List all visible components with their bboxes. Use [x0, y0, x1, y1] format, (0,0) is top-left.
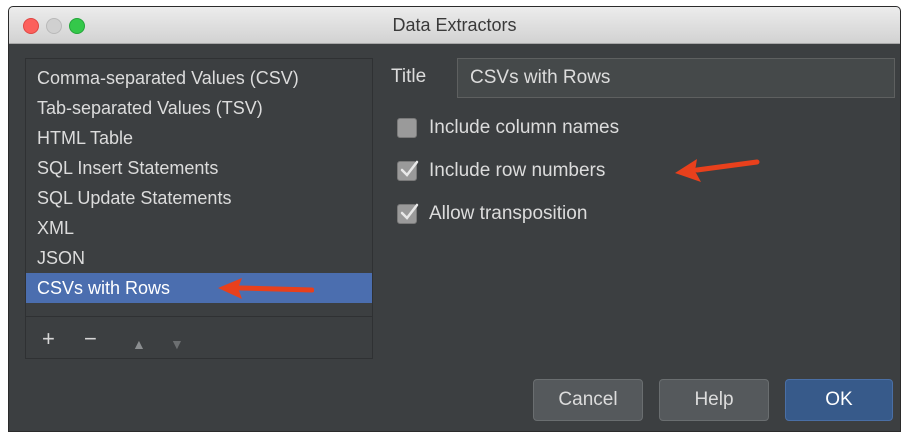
move-down-icon[interactable]: ▼: [170, 332, 184, 356]
list-item[interactable]: JSON: [26, 243, 372, 273]
include-row-numbers-checkbox[interactable]: [397, 160, 419, 181]
extractor-list-panel: Comma-separated Values (CSV) Tab-separat…: [25, 58, 373, 359]
list-item[interactable]: XML: [26, 213, 372, 243]
checkmark-icon: [400, 203, 419, 220]
list-item[interactable]: Tab-separated Values (TSV): [26, 93, 372, 123]
title-field[interactable]: CSVs with Rows: [457, 58, 895, 98]
window-title: Data Extractors: [392, 15, 517, 35]
annotation-arrow-icon: [218, 278, 314, 299]
list-item[interactable]: SQL Update Statements: [26, 183, 372, 213]
toolbar-divider: [26, 316, 372, 317]
include-column-names-label: Include column names: [429, 117, 620, 138]
list-item[interactable]: Comma-separated Values (CSV): [26, 63, 372, 93]
list-item[interactable]: SQL Insert Statements: [26, 153, 372, 183]
include-row-numbers-option[interactable]: Include row numbers: [397, 156, 605, 186]
include-column-names-checkbox[interactable]: [397, 118, 417, 138]
annotation-arrow-icon: [675, 159, 760, 182]
checkmark-icon: [400, 160, 419, 177]
allow-transposition-checkbox[interactable]: [397, 203, 419, 224]
title-label: Title: [391, 66, 427, 87]
add-icon[interactable]: +: [42, 327, 55, 351]
list-item-selected[interactable]: CSVs with Rows: [26, 273, 372, 303]
allow-transposition-option[interactable]: Allow transposition: [397, 199, 587, 229]
allow-transposition-label: Allow transposition: [429, 203, 588, 224]
include-row-numbers-label: Include row numbers: [429, 160, 606, 181]
include-column-names-option[interactable]: Include column names: [397, 113, 619, 143]
help-button[interactable]: Help: [659, 379, 769, 421]
cancel-button[interactable]: Cancel: [533, 379, 643, 421]
ok-button[interactable]: OK: [785, 379, 893, 421]
title-bar: Data Extractors: [9, 7, 900, 44]
list-item[interactable]: HTML Table: [26, 123, 372, 153]
remove-icon[interactable]: −: [84, 327, 97, 351]
data-extractors-dialog: Data Extractors Comma-separated Values (…: [8, 6, 901, 432]
move-up-icon[interactable]: ▲: [132, 332, 146, 356]
